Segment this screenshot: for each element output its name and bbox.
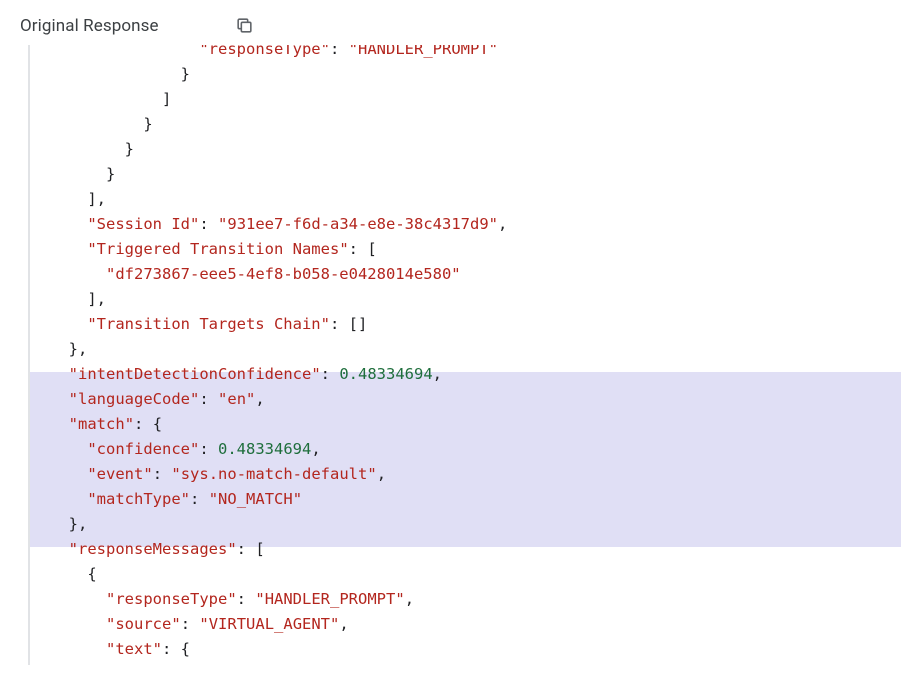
json-code-block: "responseType": "HANDLER_PROMPT" } ] } }… — [30, 45, 901, 662]
code-viewer[interactable]: "responseType": "HANDLER_PROMPT" } ] } }… — [28, 45, 901, 665]
panel-header: Original Response — [0, 0, 901, 45]
panel-title: Original Response — [20, 16, 159, 36]
copy-button[interactable] — [229, 10, 260, 41]
copy-icon — [235, 16, 254, 35]
